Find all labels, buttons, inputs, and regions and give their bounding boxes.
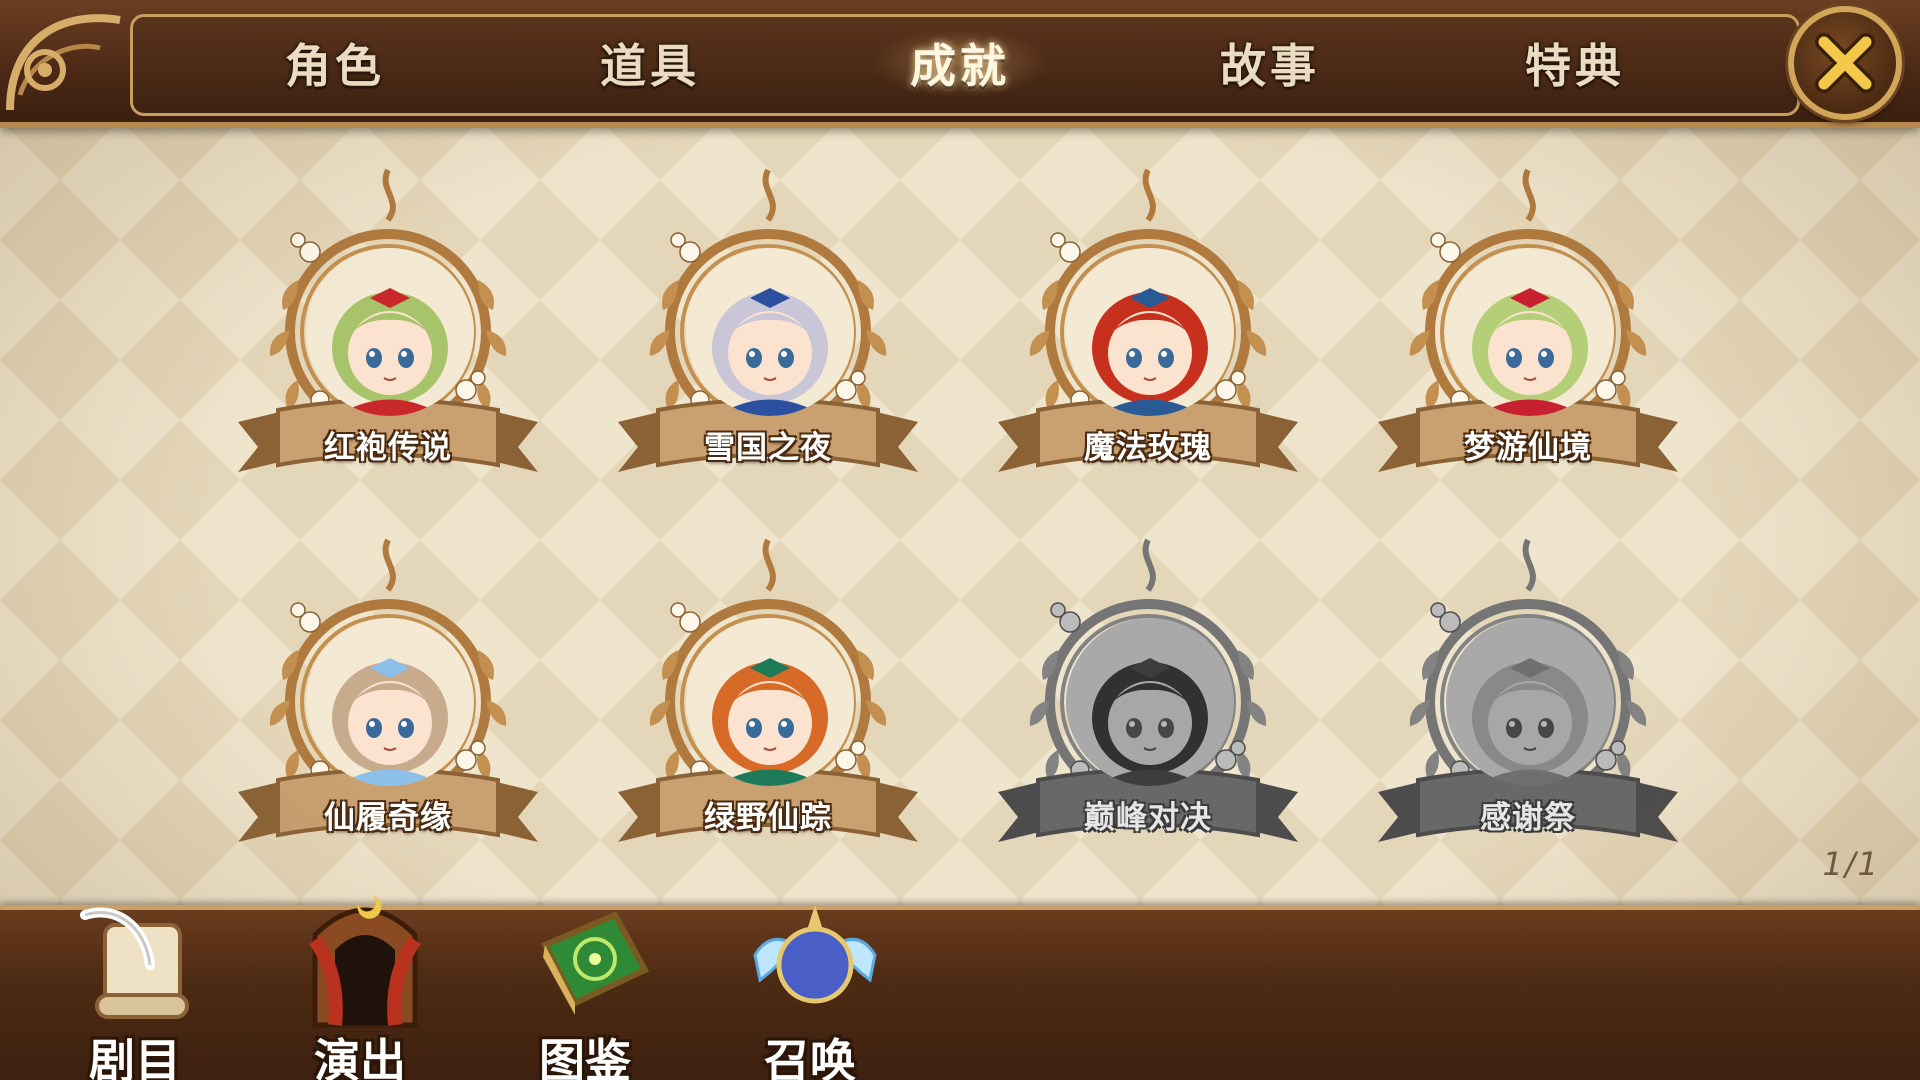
nav-repertoire[interactable]: 剧目 xyxy=(45,885,225,1080)
character-portrait xyxy=(686,618,854,786)
nav-encyclopedia[interactable]: 图鉴 xyxy=(495,885,675,1080)
character-portrait xyxy=(686,248,854,416)
winged-moon-orb-icon xyxy=(753,905,877,1004)
achievement-label: 绿野仙踪 xyxy=(704,799,832,836)
nav-label: 演出 xyxy=(314,1034,406,1080)
achievement-badge[interactable]: 梦游仙境 xyxy=(1368,160,1688,500)
nav-label: 召唤 xyxy=(764,1034,856,1080)
bottom-nav-bar: 剧目 演出 图鉴 召唤 xyxy=(0,895,1920,1080)
achievement-badge[interactable]: 感谢祭 xyxy=(1368,530,1688,870)
scroll-quill-icon xyxy=(80,907,189,1019)
nav-summon[interactable]: 召唤 xyxy=(720,885,900,1080)
achievement-badge[interactable]: 巅峰对决 xyxy=(988,530,1308,870)
achievement-screen: 角色 道具 成就 故事 特典 红袍传说 雪国之夜 魔法玫瑰 梦游仙境 仙履奇缘 … xyxy=(0,0,1920,1080)
achievement-label: 感谢祭 xyxy=(1480,799,1576,836)
achievement-label: 仙履奇缘 xyxy=(324,799,452,836)
achievement-badge[interactable]: 魔法玫瑰 xyxy=(988,160,1308,500)
nav-performance[interactable]: 演出 xyxy=(270,885,450,1080)
close-button[interactable] xyxy=(1788,6,1902,120)
achievement-label: 巅峰对决 xyxy=(1084,799,1212,836)
achievement-badge[interactable]: 仙履奇缘 xyxy=(228,530,548,870)
top-tab-bar: 角色 道具 成就 故事 特典 xyxy=(0,0,1920,128)
achievement-badge[interactable]: 红袍传说 xyxy=(228,160,548,500)
achievement-label: 魔法玫瑰 xyxy=(1084,429,1212,466)
character-portrait xyxy=(1066,248,1234,416)
character-portrait xyxy=(306,248,474,416)
character-portrait xyxy=(1066,618,1234,786)
character-portrait xyxy=(1446,618,1614,786)
nav-label: 图鉴 xyxy=(539,1034,631,1080)
tab-story[interactable]: 故事 xyxy=(1180,28,1360,98)
character-portrait xyxy=(1446,248,1614,416)
achievement-badge[interactable]: 绿野仙踪 xyxy=(608,530,928,870)
tab-character[interactable]: 角色 xyxy=(245,28,425,98)
stage-curtain-icon xyxy=(309,895,421,1028)
achievement-label: 红袍传说 xyxy=(324,429,452,466)
corner-scroll-ornament-icon xyxy=(6,14,121,111)
green-book-icon xyxy=(540,911,650,1015)
tab-special[interactable]: 特典 xyxy=(1485,28,1665,98)
tab-achievements[interactable]: 成就 xyxy=(870,28,1050,98)
tab-items[interactable]: 道具 xyxy=(560,28,740,98)
achievement-badge[interactable]: 雪国之夜 xyxy=(608,160,928,500)
achievement-label: 雪国之夜 xyxy=(704,429,832,466)
page-indicator: 1/1 xyxy=(1822,845,1880,883)
close-x-icon xyxy=(1815,33,1875,93)
nav-label: 剧目 xyxy=(89,1034,181,1080)
character-portrait xyxy=(306,618,474,786)
achievement-label: 梦游仙境 xyxy=(1464,429,1592,466)
